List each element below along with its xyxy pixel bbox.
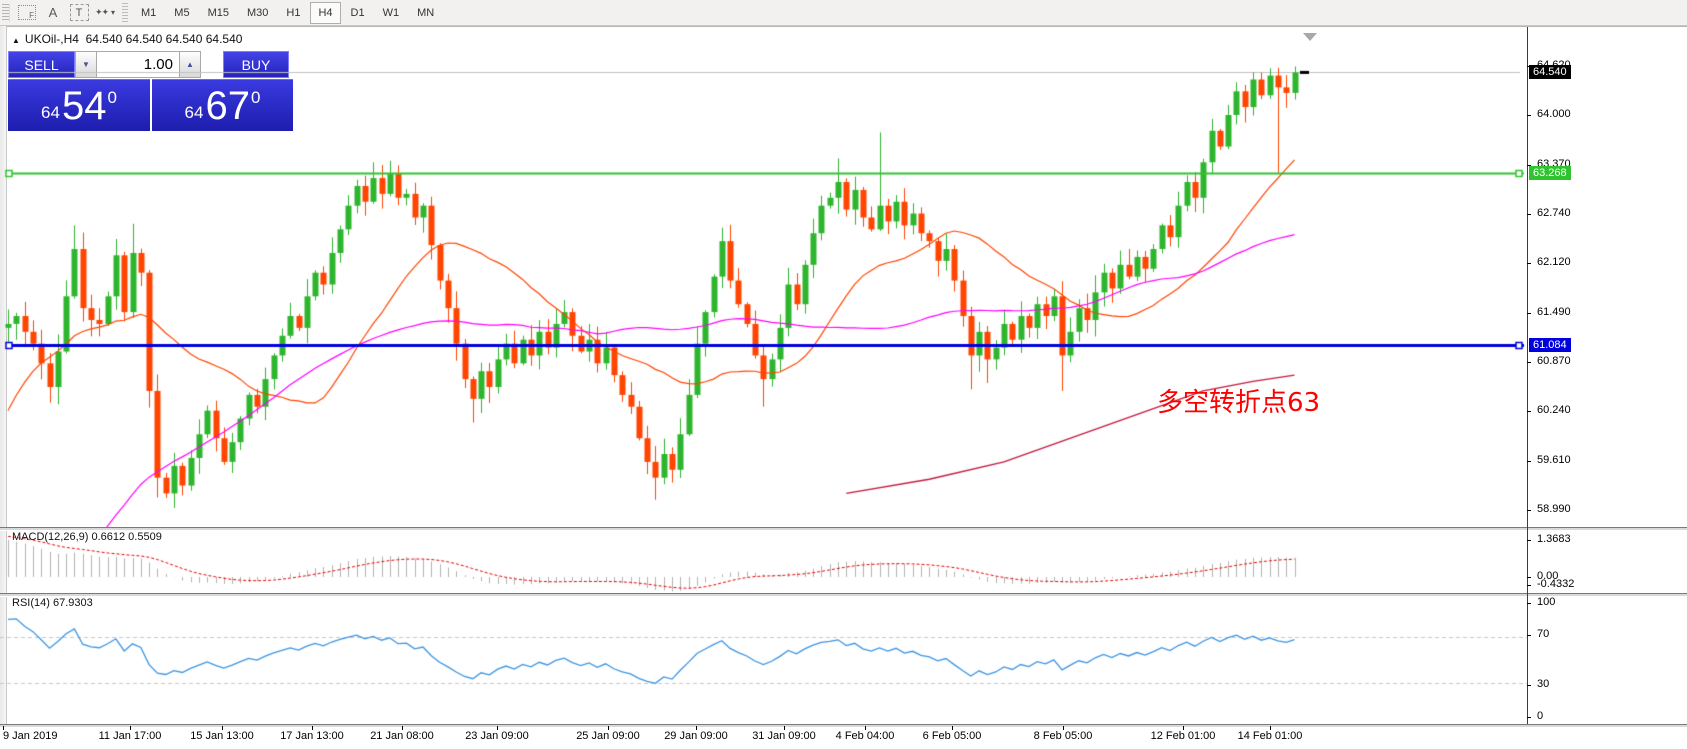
time-axis-label: 9 Jan 2019 xyxy=(3,730,58,742)
price-tick-label: 61.490 xyxy=(1537,305,1571,318)
rsi-label: RSI(14) 67.9303 xyxy=(12,597,93,609)
time-tickmark xyxy=(497,726,498,730)
text-label-icon[interactable]: A xyxy=(41,2,65,23)
time-tickmark xyxy=(952,726,953,730)
macd-tickmark xyxy=(1527,577,1531,578)
time-tickmark xyxy=(1183,726,1184,730)
price-tick-label: 60.240 xyxy=(1537,404,1571,417)
time-tickmark xyxy=(1270,726,1271,730)
macd-label: MACD(12,26,9) 0.6612 0.5509 xyxy=(12,531,162,543)
time-tickmark xyxy=(865,726,866,730)
text-a-glyph: A xyxy=(48,5,58,20)
macd-tickmark xyxy=(1527,540,1531,541)
toolbar-separator xyxy=(122,2,128,23)
timeframe-button-m5[interactable]: M5 xyxy=(166,2,197,24)
time-tickmark xyxy=(1063,726,1064,730)
price-tickmark xyxy=(1527,214,1531,216)
toolbar-drag-handle[interactable] xyxy=(2,3,10,22)
price-tickmark xyxy=(1527,312,1531,314)
price-tickmark xyxy=(1527,115,1531,116)
time-axis-label: 31 Jan 09:00 xyxy=(752,730,816,742)
timeframe-group: M1 M5 M15 M30 H1 H4 D1 W1 MN xyxy=(132,1,443,24)
objects-icon[interactable]: ✦✦ ▾ xyxy=(93,2,117,23)
timeframe-button-mn[interactable]: MN xyxy=(409,2,442,24)
timeframe-button-m1[interactable]: M1 xyxy=(133,2,164,24)
time-tickmark xyxy=(312,726,313,730)
price-tickmark xyxy=(1527,263,1531,265)
time-tickmark xyxy=(784,726,785,730)
rsi-axis-label: 30 xyxy=(1537,678,1550,690)
time-axis-label: 21 Jan 08:00 xyxy=(370,730,434,742)
price-tick-label: 62.740 xyxy=(1537,207,1571,220)
price-tickmark xyxy=(1527,461,1531,463)
time-axis-label: 29 Jan 09:00 xyxy=(664,730,728,742)
price-tickmark xyxy=(1527,361,1531,363)
rsi-tickmark xyxy=(1527,635,1531,636)
timeframe-button-m15[interactable]: M15 xyxy=(200,2,237,24)
objects-glyph: ✦✦ xyxy=(94,7,109,17)
rsi-tickmark xyxy=(1527,603,1531,604)
time-tickmark xyxy=(608,726,609,730)
time-tickmark xyxy=(222,726,223,730)
time-axis-label: 4 Feb 04:00 xyxy=(835,730,895,742)
macd-axis-label: 1.3683 xyxy=(1537,533,1571,545)
time-tickmark xyxy=(130,726,131,730)
rsi-panel-canvas[interactable] xyxy=(0,595,1527,724)
price-level-badge: 63.268 xyxy=(1529,165,1571,180)
rsi-axis-label: 0 xyxy=(1537,710,1544,722)
timeframe-button-w1[interactable]: W1 xyxy=(375,2,408,24)
macd-panel-splitter[interactable] xyxy=(0,527,1687,531)
time-axis-label: 17 Jan 13:00 xyxy=(280,730,344,742)
time-axis-label: 25 Jan 09:00 xyxy=(576,730,640,742)
time-axis-label: 8 Feb 05:00 xyxy=(1033,730,1093,742)
timeframe-button-m30[interactable]: M30 xyxy=(239,2,276,24)
chart-text-annotation: 多空转折点63 xyxy=(1157,388,1321,418)
rsi-panel-splitter[interactable] xyxy=(0,593,1687,597)
chevron-down-icon: ▾ xyxy=(111,8,116,17)
price-tick-label: 64.000 xyxy=(1537,108,1571,120)
macd-axis-label: -0.4332 xyxy=(1537,578,1575,590)
price-tick-label: 58.990 xyxy=(1537,502,1571,515)
timeframe-button-d1[interactable]: D1 xyxy=(343,2,373,24)
price-tickmark xyxy=(1527,509,1531,511)
chart-shift-arrow-icon[interactable] xyxy=(1303,33,1317,41)
price-level-badge: 61.084 xyxy=(1529,337,1571,352)
time-axis-label: 11 Jan 17:00 xyxy=(98,730,162,742)
time-axis-label: 15 Jan 13:00 xyxy=(190,730,254,742)
time-axis-label: 23 Jan 09:00 xyxy=(465,730,529,742)
timeframe-button-h4[interactable]: H4 xyxy=(310,1,341,24)
price-tick-label: 62.120 xyxy=(1537,256,1571,269)
time-tickmark xyxy=(696,726,697,730)
price-axis-border xyxy=(1527,27,1528,724)
text-t-glyph: T xyxy=(69,4,89,21)
current-price-badge: 64.540 xyxy=(1529,65,1571,80)
rsi-tickmark xyxy=(1527,717,1531,718)
rsi-axis-label: 70 xyxy=(1537,628,1550,640)
timeframe-button-h1[interactable]: H1 xyxy=(278,2,308,24)
rsi-axis-label: 100 xyxy=(1537,596,1556,608)
price-chart-canvas[interactable] xyxy=(0,28,1527,527)
rsi-tickmark xyxy=(1527,685,1531,686)
macd-panel-canvas[interactable] xyxy=(0,529,1527,593)
time-tickmark xyxy=(402,726,403,730)
mt4-window: F A T ✦✦ ▾ M1M5M15M30H1H4D1W1MN ▲UKOil-,… xyxy=(0,0,1687,749)
chart-grid-glyph: F xyxy=(18,5,36,20)
toolbar: F A T ✦✦ ▾ M1 M5 M15 M30 H1 H4 D1 W1 MN xyxy=(0,0,1687,26)
time-tickmark xyxy=(3,726,4,730)
chart-grid-icon[interactable]: F xyxy=(15,2,39,23)
time-axis-label: 14 Feb 01:00 xyxy=(1237,730,1303,742)
time-axis-label: 12 Feb 01:00 xyxy=(1150,730,1216,742)
time-axis-label: 6 Feb 05:00 xyxy=(922,730,982,742)
macd-tickmark xyxy=(1527,585,1531,586)
price-tickmark xyxy=(1527,411,1531,413)
price-tick-label: 59.610 xyxy=(1537,454,1571,467)
time-axis-border xyxy=(0,724,1687,728)
text-box-icon[interactable]: T xyxy=(67,2,91,23)
price-tick-label: 60.870 xyxy=(1537,354,1571,367)
